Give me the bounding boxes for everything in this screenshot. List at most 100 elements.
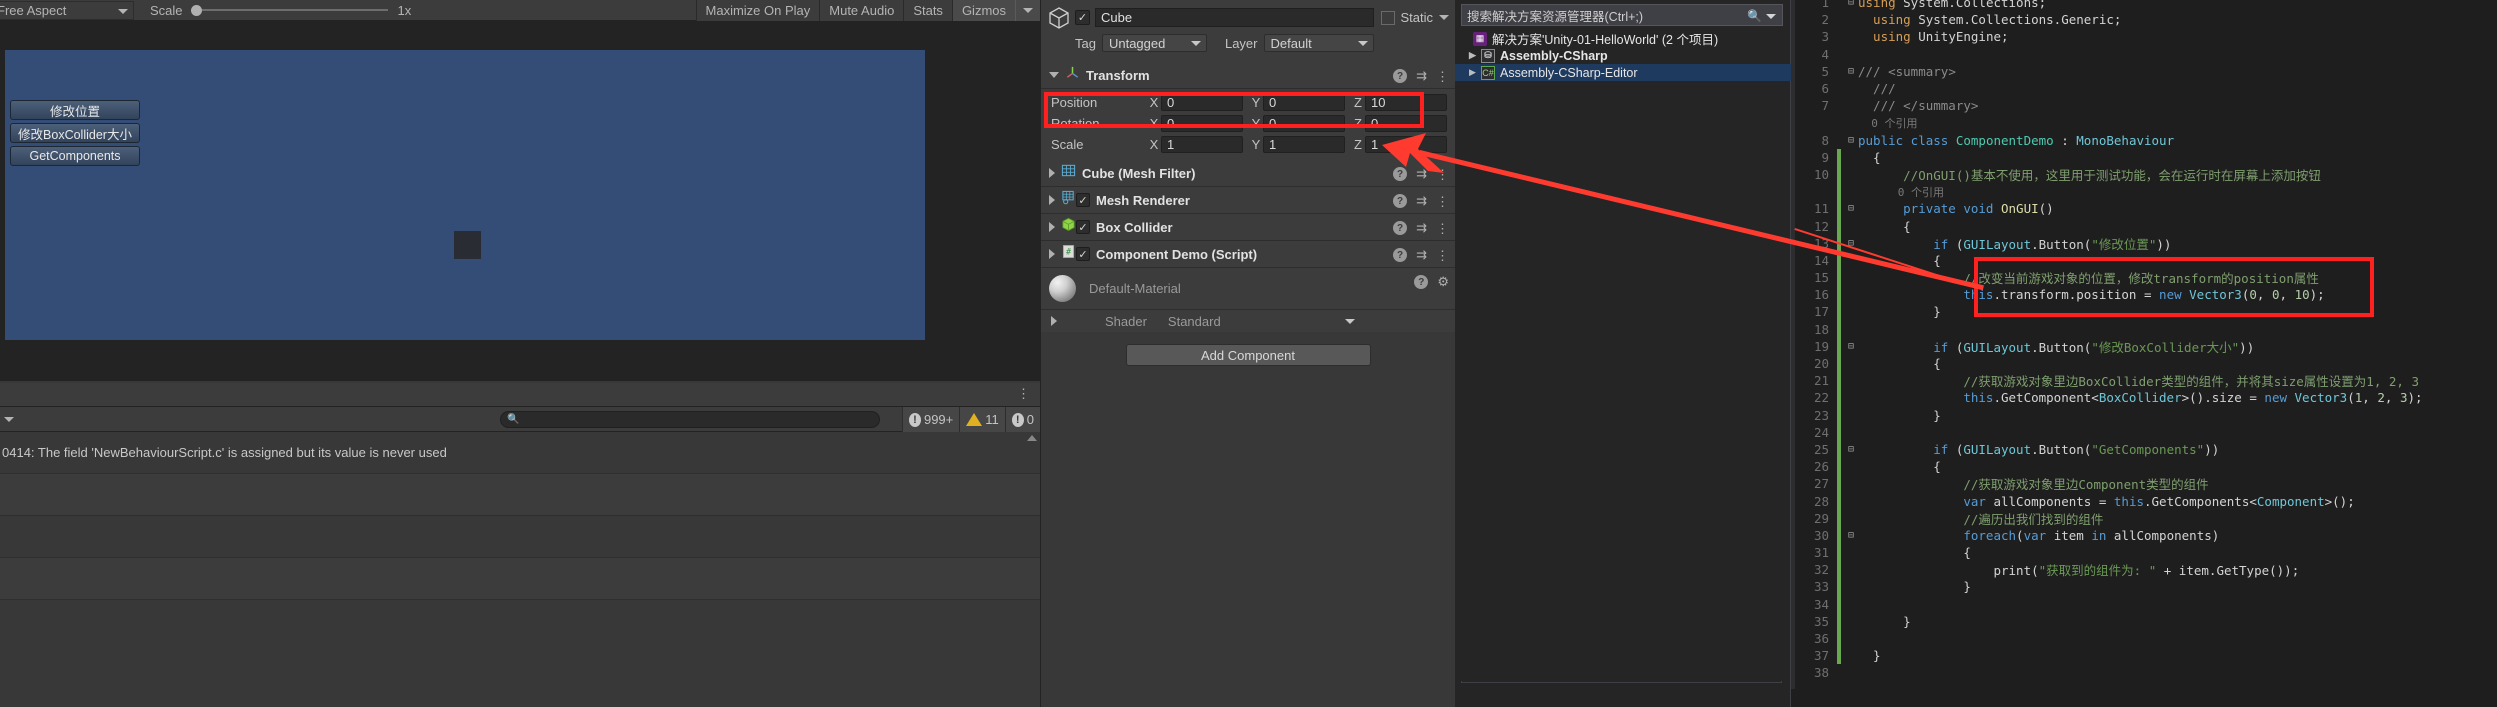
gui-button-getcomponents[interactable]: GetComponents xyxy=(10,146,140,166)
shader-dropdown[interactable]: Standard xyxy=(1160,312,1361,330)
fold-toggle-icon[interactable]: ⊟ xyxy=(1844,203,1858,214)
code-line[interactable]: 23 } xyxy=(1791,406,2423,424)
foldout-closed-icon[interactable] xyxy=(1049,195,1055,205)
help-icon[interactable]: ? xyxy=(1393,194,1408,208)
code-editor[interactable]: 1 ⊟ using System.Collections; 2 using Syste… xyxy=(1791,0,2497,707)
chevron-down-icon[interactable] xyxy=(1766,14,1776,19)
position-y-input[interactable]: 0 xyxy=(1263,94,1345,111)
chevron-right-icon[interactable]: ▶ xyxy=(1469,50,1478,61)
code-line[interactable]: 27 //获取游戏对象里边Component类型的组件 xyxy=(1791,475,2423,493)
help-icon[interactable]: ? xyxy=(1414,275,1429,289)
help-icon[interactable]: ? xyxy=(1393,167,1408,181)
code-line[interactable]: 24 xyxy=(1791,423,2423,441)
fold-toggle-icon[interactable]: ⊟ xyxy=(1844,341,1858,352)
console-row[interactable] xyxy=(0,474,1040,516)
scale-slider-knob[interactable] xyxy=(190,4,202,16)
game-view[interactable]: 修改位置 修改BoxCollider大小 GetComponents xyxy=(0,21,1040,381)
foldout-closed-icon[interactable] xyxy=(1049,168,1055,178)
gui-button-modify-position[interactable]: 修改位置 xyxy=(10,100,140,120)
code-line[interactable]: 13 ⊟ if (GUILayout.Button("修改位置")) xyxy=(1791,234,2423,252)
solution-search-input[interactable]: 搜索解决方案资源管理器(Ctrl+;) 🔍 xyxy=(1461,4,1783,26)
scale-x-input[interactable]: 1 xyxy=(1161,136,1243,153)
fold-toggle-icon[interactable]: ⊟ xyxy=(1844,66,1858,77)
foldout-open-icon[interactable] xyxy=(1049,72,1059,78)
preset-icon[interactable]: ⇉ xyxy=(1416,193,1427,209)
code-line[interactable]: 17 } xyxy=(1791,303,2423,321)
code-line[interactable]: 33 } xyxy=(1791,578,2423,596)
component-header-mesh-renderer[interactable]: ✓ Mesh Renderer ? ⇉ ⋮ xyxy=(1041,187,1455,214)
preset-icon[interactable]: ⇉ xyxy=(1416,68,1427,84)
scale-slider[interactable] xyxy=(190,4,388,16)
component-header-mesh-filter[interactable]: Cube (Mesh Filter) ? ⇉ ⋮ xyxy=(1041,160,1455,187)
code-line[interactable]: 15 //改变当前游戏对象的位置，修改transform的position属性 xyxy=(1791,269,2423,287)
code-line[interactable]: 7 /// </summary> xyxy=(1791,97,2423,114)
static-dropdown-icon[interactable] xyxy=(1439,15,1449,20)
code-line[interactable]: 10 //OnGUI()基本不使用，这里用于测试功能，会在运行时在屏幕上添加按钮 xyxy=(1791,165,2423,184)
code-line[interactable]: 32 print("获取到的组件为: " + item.GetType()); xyxy=(1791,561,2423,579)
static-checkbox[interactable] xyxy=(1381,10,1396,25)
maximize-on-play-button[interactable]: Maximize On Play xyxy=(695,0,820,21)
help-icon[interactable]: ? xyxy=(1393,221,1408,235)
code-line[interactable]: 29 //遍历出我们找到的组件 xyxy=(1791,509,2423,527)
console-menu-icon[interactable]: ⋮ xyxy=(1017,387,1030,400)
code-line[interactable]: 9 { xyxy=(1791,148,2423,166)
position-z-input[interactable]: 10 xyxy=(1365,94,1447,111)
tree-row-assembly-csharp[interactable]: ▶ ⛁ Assembly-CSharp xyxy=(1455,47,1791,64)
code-line[interactable]: 37 } xyxy=(1791,647,2423,665)
tree-row-solution[interactable]: ▦ 解决方案'Unity-01-HelloWorld' (2 个项目) xyxy=(1455,30,1791,47)
code-line[interactable]: 30 ⊟ foreach(var item in allComponents) xyxy=(1791,526,2423,544)
add-component-button[interactable]: Add Component xyxy=(1125,344,1371,366)
component-header-box-collider[interactable]: ✓ Box Collider ? ⇉ ⋮ xyxy=(1041,214,1455,241)
code-line[interactable]: 38 xyxy=(1791,664,2423,681)
error-counter[interactable]: ! 999+ xyxy=(901,407,960,432)
scroll-up-icon[interactable] xyxy=(1027,435,1037,441)
box-collider-enable-checkbox[interactable]: ✓ xyxy=(1076,220,1090,234)
gizmos-button[interactable]: Gizmos xyxy=(951,0,1015,21)
rotation-y-input[interactable]: 0 xyxy=(1263,115,1345,132)
code-line[interactable]: 18 xyxy=(1791,320,2423,338)
console-message-list[interactable]: 0414: The field 'NewBehaviourScript.c' i… xyxy=(0,432,1040,707)
code-line[interactable]: 3 using UnityEngine; xyxy=(1791,28,2423,45)
material-preview-block[interactable]: Default-Material ? ⚙ xyxy=(1041,268,1455,310)
scale-z-input[interactable]: 1 xyxy=(1365,136,1447,153)
code-line[interactable]: 4 xyxy=(1791,46,2423,63)
code-line[interactable]: 5 ⊟/// <summary> xyxy=(1791,63,2423,80)
warning-counter[interactable]: 11 xyxy=(959,407,1005,432)
console-row[interactable] xyxy=(0,558,1040,600)
scale-slider-track[interactable] xyxy=(201,9,388,11)
code-line[interactable]: 20 { xyxy=(1791,354,2423,373)
gameobject-name-input[interactable]: Cube xyxy=(1095,8,1375,27)
rotation-z-input[interactable]: 0 xyxy=(1365,115,1447,132)
gizmos-dropdown[interactable] xyxy=(1015,0,1040,21)
kebab-menu-icon[interactable]: ⋮ xyxy=(1436,249,1449,262)
rotation-x-input[interactable]: 0 xyxy=(1161,115,1243,132)
tree-row-assembly-csharp-editor[interactable]: ▶ C# Assembly-CSharp-Editor xyxy=(1455,64,1791,81)
code-line[interactable]: 25 ⊟ if (GUILayout.Button("GetComponents"… xyxy=(1791,440,2423,459)
console-search-input[interactable]: 🔍 xyxy=(500,411,880,428)
fold-toggle-icon[interactable]: ⊟ xyxy=(1844,530,1858,541)
position-x-input[interactable]: 0 xyxy=(1161,94,1243,111)
code-line[interactable]: 0 个引用 xyxy=(1791,114,2423,131)
foldout-closed-icon[interactable] xyxy=(1049,222,1055,232)
code-line[interactable]: 21 //获取游戏对象里边BoxCollider类型的组件，并将其size属性设… xyxy=(1791,372,2423,390)
preset-icon[interactable]: ⇉ xyxy=(1416,220,1427,236)
aspect-ratio-dropdown[interactable]: Free Aspect xyxy=(0,0,134,20)
foldout-closed-icon[interactable] xyxy=(1051,316,1057,326)
clear-dropdown-icon[interactable] xyxy=(4,416,14,422)
console-row[interactable]: 0414: The field 'NewBehaviourScript.c' i… xyxy=(0,432,1040,474)
code-line[interactable]: 31 { xyxy=(1791,544,2423,562)
component-header-component-demo[interactable]: # ✓ Component Demo (Script) ? ⇉ ⋮ xyxy=(1041,241,1455,268)
foldout-closed-icon[interactable] xyxy=(1049,249,1055,259)
code-line[interactable]: 35 } xyxy=(1791,612,2423,630)
code-line[interactable]: 8 ⊟ public class ComponentDemo : MonoBehav… xyxy=(1791,132,2423,149)
preset-icon[interactable]: ⇉ xyxy=(1416,247,1427,263)
gear-icon[interactable]: ⚙ xyxy=(1437,274,1449,290)
info-counter[interactable]: ! 0 xyxy=(1004,407,1040,432)
code-line[interactable]: 1 ⊟ using System.Collections; xyxy=(1791,0,2423,11)
fold-toggle-icon[interactable]: ⊟ xyxy=(1844,444,1858,455)
code-line[interactable]: 26 { xyxy=(1791,458,2423,476)
game-render-surface[interactable]: 修改位置 修改BoxCollider大小 GetComponents xyxy=(5,50,925,340)
mute-audio-button[interactable]: Mute Audio xyxy=(819,0,904,21)
code-line[interactable]: 0 个引用 xyxy=(1791,183,2423,201)
code-line[interactable]: 34 xyxy=(1791,595,2423,613)
